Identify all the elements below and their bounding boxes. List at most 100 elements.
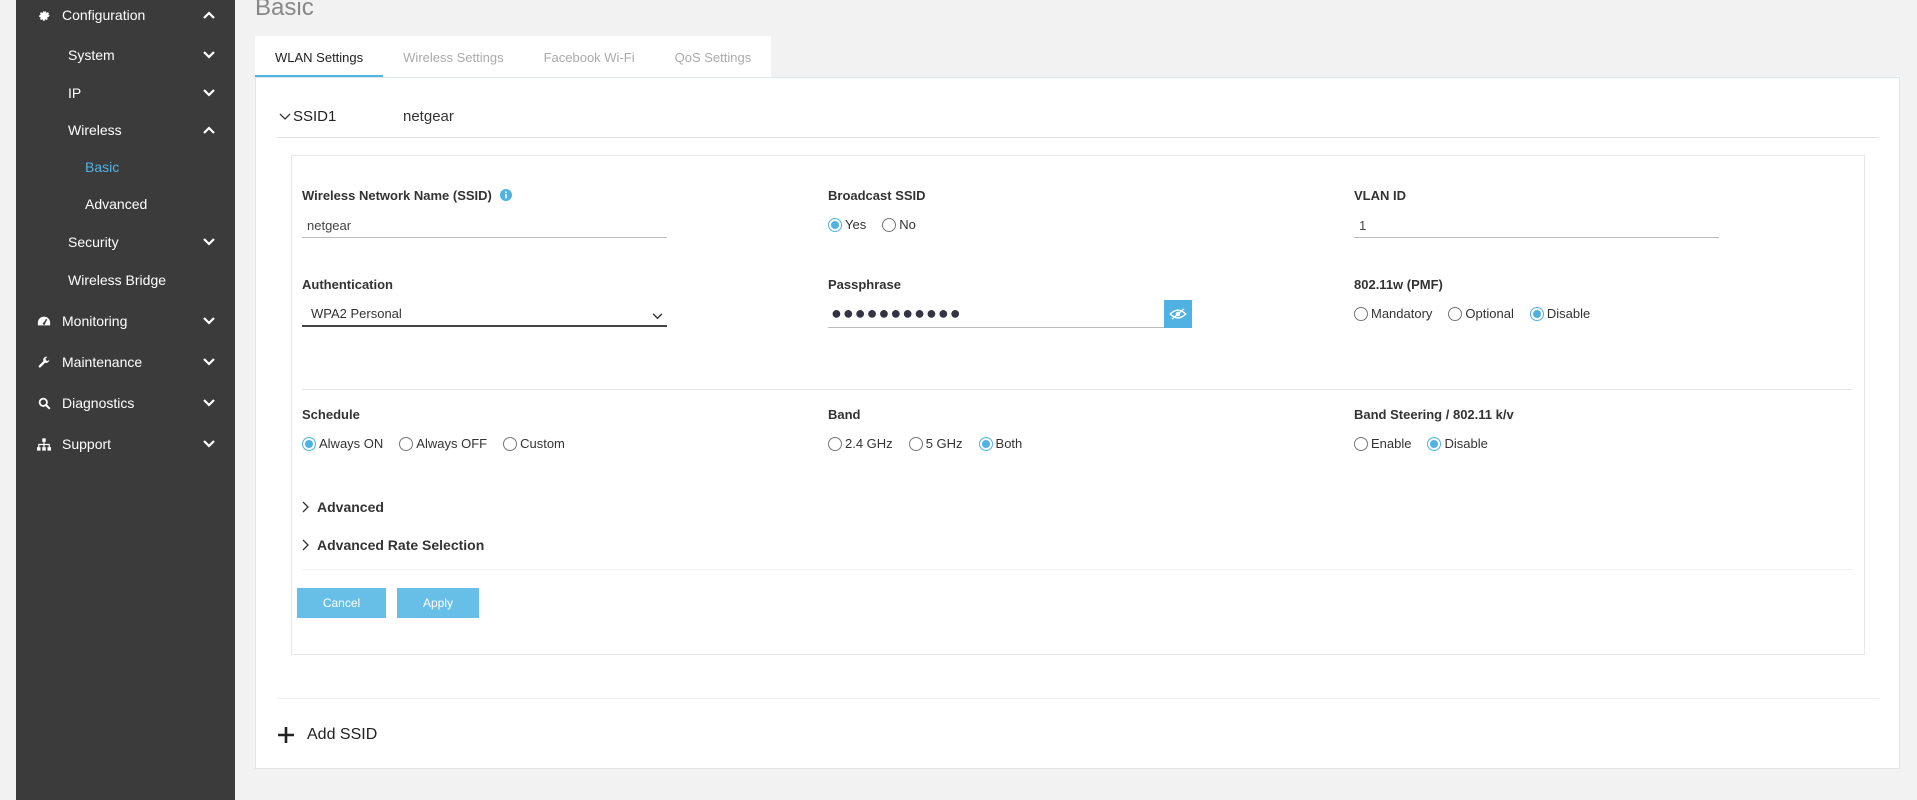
broadcast-no-radio[interactable]: No <box>882 217 916 232</box>
advanced-rate-selection-toggle[interactable]: Advanced Rate Selection <box>302 537 484 553</box>
passphrase-input[interactable]: ●●●●●●●●●●● <box>828 300 1164 328</box>
schedule-always-on-radio[interactable]: Always ON <box>302 436 383 451</box>
dashboard-icon <box>36 313 52 329</box>
broadcast-yes-radio[interactable]: Yes <box>828 217 866 232</box>
vlan-id-input[interactable] <box>1354 214 1719 238</box>
nav-diagnostics[interactable]: Diagnostics <box>16 388 235 418</box>
radio-label: Mandatory <box>1371 306 1433 321</box>
ssid-settings-box: Wireless Network Name (SSID) Broadcast S… <box>291 155 1865 655</box>
band-steering-label: Band Steering / 802.11 k/v <box>1354 407 1514 422</box>
nav-ip[interactable]: IP <box>16 78 235 108</box>
pmf-disable-radio[interactable]: Disable <box>1529 306 1591 321</box>
chevron-up-icon <box>203 9 215 21</box>
radio-circle <box>1448 306 1463 321</box>
band-label: Band <box>828 407 861 422</box>
nav-wireless-advanced[interactable]: Advanced <box>16 189 235 219</box>
radio-label: Both <box>995 436 1023 451</box>
radio-label: Custom <box>520 436 565 451</box>
apply-button[interactable]: Apply <box>397 588 479 618</box>
chevron-up-icon <box>203 124 215 136</box>
main-panel: SSID1 netgear Wireless Network Name (SSI… <box>255 77 1900 769</box>
nav-maintenance[interactable]: Maintenance <box>16 347 235 377</box>
add-ssid-button[interactable]: Add SSID <box>277 726 377 744</box>
tab-wireless-settings[interactable]: Wireless Settings <box>383 36 523 78</box>
ssid-header[interactable]: SSID1 netgear <box>277 106 1879 138</box>
pmf-mandatory-radio[interactable]: Mandatory <box>1354 306 1432 321</box>
band-steering-radio-group: Enable Disable <box>1354 436 1504 451</box>
nav-label: Advanced <box>85 196 148 212</box>
tab-bar: WLAN Settings Wireless Settings Facebook… <box>255 36 772 78</box>
nav-support[interactable]: Support <box>16 429 235 459</box>
schedule-radio-group: Always ON Always OFF Custom <box>302 436 581 451</box>
nav-label: Configuration <box>62 7 146 23</box>
radio-circle <box>503 436 518 451</box>
band-both-radio[interactable]: Both <box>978 436 1023 451</box>
nav-label: Basic <box>85 159 120 175</box>
chevron-right-icon <box>302 539 309 551</box>
schedule-always-off-radio[interactable]: Always OFF <box>399 436 487 451</box>
nav-wireless-bridge[interactable]: Wireless Bridge <box>16 265 235 295</box>
band-2-4-ghz-radio[interactable]: 2.4 GHz <box>828 436 893 451</box>
gear-icon <box>36 7 52 23</box>
chevron-down-icon <box>203 397 215 409</box>
chevron-down-icon <box>203 356 215 368</box>
radio-label: Optional <box>1465 306 1514 321</box>
chevron-right-icon <box>302 501 309 513</box>
pmf-label: 802.11w (PMF) <box>1354 277 1443 292</box>
nav-configuration[interactable]: Configuration <box>16 0 235 30</box>
ssid-name-label: Wireless Network Name (SSID) <box>302 188 512 204</box>
nav-wireless[interactable]: Wireless <box>16 115 235 145</box>
chevron-down-icon <box>279 108 291 124</box>
broadcast-ssid-label: Broadcast SSID <box>828 188 926 203</box>
schedule-custom-radio[interactable]: Custom <box>503 436 565 451</box>
nav-wireless-basic[interactable]: Basic <box>16 152 235 182</box>
radio-label: No <box>899 217 916 232</box>
chevron-down-icon <box>652 308 663 323</box>
cancel-button[interactable]: Cancel <box>297 588 386 618</box>
radio-circle <box>302 436 316 451</box>
schedule-label: Schedule <box>302 407 360 422</box>
ssid-name-value: netgear <box>403 108 454 125</box>
search-icon <box>36 395 52 411</box>
radio-circle <box>882 217 897 232</box>
tab-facebook-wifi[interactable]: Facebook Wi-Fi <box>524 36 655 78</box>
divider <box>277 698 1879 699</box>
nav-label: Monitoring <box>62 313 128 329</box>
nav-label: Wireless <box>68 122 122 138</box>
info-icon[interactable] <box>499 189 512 204</box>
nav-security[interactable]: Security <box>16 227 235 257</box>
band-steering-disable-radio[interactable]: Disable <box>1427 436 1488 451</box>
page-title: Basic <box>255 0 314 21</box>
advanced-section-toggle[interactable]: Advanced <box>302 499 384 515</box>
add-ssid-label: Add SSID <box>307 726 378 743</box>
tab-wlan-settings[interactable]: WLAN Settings <box>255 36 384 78</box>
tab-qos-settings[interactable]: QoS Settings <box>655 36 772 78</box>
radio-circle <box>1354 436 1368 451</box>
radio-circle <box>399 436 414 451</box>
pmf-optional-radio[interactable]: Optional <box>1448 306 1514 321</box>
radio-label: Enable <box>1371 436 1412 451</box>
ssid-label: SSID1 <box>293 108 337 125</box>
show-password-button[interactable] <box>1164 300 1192 328</box>
band-5-ghz-radio[interactable]: 5 GHz <box>908 436 963 451</box>
nav-label: Diagnostics <box>62 395 135 411</box>
advanced-section-label: Advanced <box>317 499 384 515</box>
vlan-id-label: VLAN ID <box>1354 188 1406 203</box>
sidebar: Configuration System IP Wireless Basic A… <box>16 0 235 800</box>
divider <box>302 569 1852 570</box>
band-radio-group: 2.4 GHz 5 GHz Both <box>828 436 1038 451</box>
radio-circle <box>1427 436 1442 451</box>
radio-label: Yes <box>845 217 867 232</box>
nav-monitoring[interactable]: Monitoring <box>16 306 235 336</box>
band-steering-enable-radio[interactable]: Enable <box>1354 436 1411 451</box>
authentication-select[interactable]: WPA2 Personal <box>302 301 667 327</box>
radio-label: Always ON <box>319 436 384 451</box>
radio-label: Disable <box>1546 306 1591 321</box>
nav-label: Security <box>68 234 119 250</box>
passphrase-label: Passphrase <box>828 277 901 292</box>
nav-system[interactable]: System <box>16 40 235 70</box>
ssid-name-input[interactable] <box>302 214 667 238</box>
ssid-name-label-text: Wireless Network Name (SSID) <box>302 188 492 203</box>
pmf-radio-group: Mandatory Optional Disable <box>1354 306 1606 321</box>
radio-label: 2.4 GHz <box>845 436 893 451</box>
